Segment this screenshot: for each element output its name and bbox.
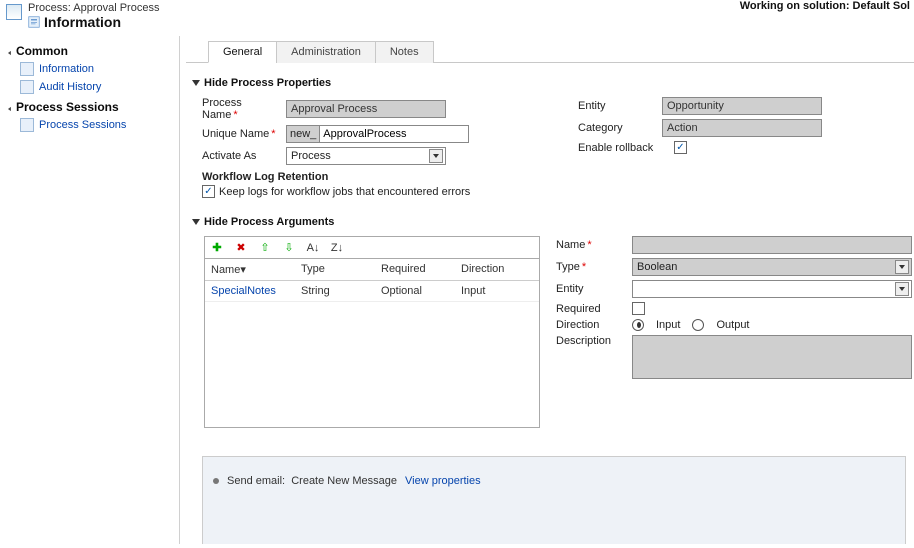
argument-row[interactable]: SpecialNotes String Optional Input: [205, 281, 539, 302]
arg-description-label: Description: [556, 335, 626, 347]
main-content: General Administration Notes Hide Proces…: [180, 36, 914, 544]
tab-general[interactable]: General: [208, 41, 277, 63]
sort-desc-button[interactable]: Z↓: [329, 240, 345, 256]
chevron-down-icon: [429, 149, 443, 163]
sidebar-item-label: Process Sessions: [39, 119, 126, 131]
view-properties-link[interactable]: View properties: [405, 475, 481, 487]
chevron-down-icon: [895, 282, 909, 296]
arg-required-label: Required: [556, 303, 626, 315]
sidebar-item-process-sessions[interactable]: Process Sessions: [4, 116, 179, 134]
arg-direction-label: Direction: [556, 319, 626, 331]
collapse-icon: [192, 80, 200, 86]
sidebar-section-process-sessions[interactable]: Process Sessions: [4, 96, 179, 116]
workflow-log-header: Workflow Log Retention: [202, 171, 538, 183]
process-name-field[interactable]: Approval Process: [286, 100, 446, 118]
keep-logs-label: Keep logs for workflow jobs that encount…: [219, 186, 470, 198]
move-up-button[interactable]: ⇧: [257, 240, 273, 256]
direction-output-radio[interactable]: [692, 319, 704, 331]
arg-entity-label: Entity: [556, 283, 626, 295]
activate-as-select[interactable]: Process: [286, 147, 446, 165]
col-direction[interactable]: Direction: [455, 259, 539, 280]
grid-header: Name▾ Type Required Direction: [205, 259, 539, 281]
arguments-toolbar: ✚ ✖ ⇧ ⇩ A↓ Z↓: [205, 237, 539, 259]
add-argument-button[interactable]: ✚: [209, 240, 225, 256]
sort-asc-button[interactable]: A↓: [305, 240, 321, 256]
window-header: Process: Approval Process Information Wo…: [0, 0, 914, 36]
info-icon: [28, 16, 40, 28]
information-icon: [20, 62, 34, 76]
sidebar-item-label: Information: [39, 63, 94, 75]
tab-notes[interactable]: Notes: [375, 41, 434, 63]
sidebar-item-label: Audit History: [39, 81, 101, 93]
collapse-icon: [192, 219, 200, 225]
bullet-icon: [213, 478, 219, 484]
steps-pane: Send email: Create New Message View prop…: [202, 456, 906, 544]
process-name-label: Process Name*: [202, 97, 280, 121]
enable-rollback-checkbox[interactable]: [674, 141, 687, 154]
argument-form: Name* Type* Boolean Entity: [556, 236, 914, 428]
unique-name-input[interactable]: [320, 125, 469, 143]
process-label: Process: Approval Process: [28, 2, 159, 14]
delete-argument-button[interactable]: ✖: [233, 240, 249, 256]
section-process-arguments[interactable]: Hide Process Arguments: [192, 216, 914, 228]
audit-history-icon: [20, 80, 34, 94]
section-process-properties[interactable]: Hide Process Properties: [192, 77, 914, 89]
category-field: Action: [662, 119, 822, 137]
tab-strip: General Administration Notes: [186, 40, 914, 63]
nav-sidebar: Common Information Audit History Process…: [0, 36, 180, 544]
enable-rollback-label: Enable rollback: [578, 142, 668, 154]
arg-name-label: Name*: [556, 239, 626, 251]
col-name[interactable]: Name▾: [205, 259, 295, 280]
arg-type-label: Type*: [556, 261, 626, 273]
direction-output-label: Output: [716, 319, 749, 331]
sidebar-item-information[interactable]: Information: [4, 60, 179, 78]
category-label: Category: [578, 122, 656, 134]
arg-type-select[interactable]: Boolean: [632, 258, 912, 276]
move-down-button[interactable]: ⇩: [281, 240, 297, 256]
step-row[interactable]: Send email: Create New Message View prop…: [213, 475, 895, 487]
entity-field: Opportunity: [662, 97, 822, 115]
keep-logs-checkbox[interactable]: [202, 185, 215, 198]
activate-as-label: Activate As: [202, 150, 280, 162]
unique-name-prefix: new_: [286, 125, 320, 143]
arguments-grid: ✚ ✖ ⇧ ⇩ A↓ Z↓ Name▾ Type Required Direct…: [204, 236, 540, 428]
col-type[interactable]: Type: [295, 259, 375, 280]
sidebar-item-audit-history[interactable]: Audit History: [4, 78, 179, 96]
chevron-down-icon: [895, 260, 909, 274]
working-on-solution: Working on solution: Default Sol: [740, 0, 910, 12]
direction-input-radio[interactable]: [632, 319, 644, 331]
step-action: Send email: Create New Message: [227, 475, 397, 487]
sidebar-section-common[interactable]: Common: [4, 40, 179, 60]
direction-input-label: Input: [656, 319, 680, 331]
tab-administration[interactable]: Administration: [276, 41, 376, 63]
process-icon: [6, 4, 22, 20]
unique-name-label: Unique Name*: [202, 128, 280, 140]
entity-label: Entity: [578, 100, 656, 112]
arg-entity-select[interactable]: [632, 280, 912, 298]
page-title: Information: [28, 14, 159, 30]
arg-description-field[interactable]: [632, 335, 912, 379]
arg-required-checkbox[interactable]: [632, 302, 645, 315]
process-sessions-icon: [20, 118, 34, 132]
col-required[interactable]: Required: [375, 259, 455, 280]
arg-name-field[interactable]: [632, 236, 912, 254]
